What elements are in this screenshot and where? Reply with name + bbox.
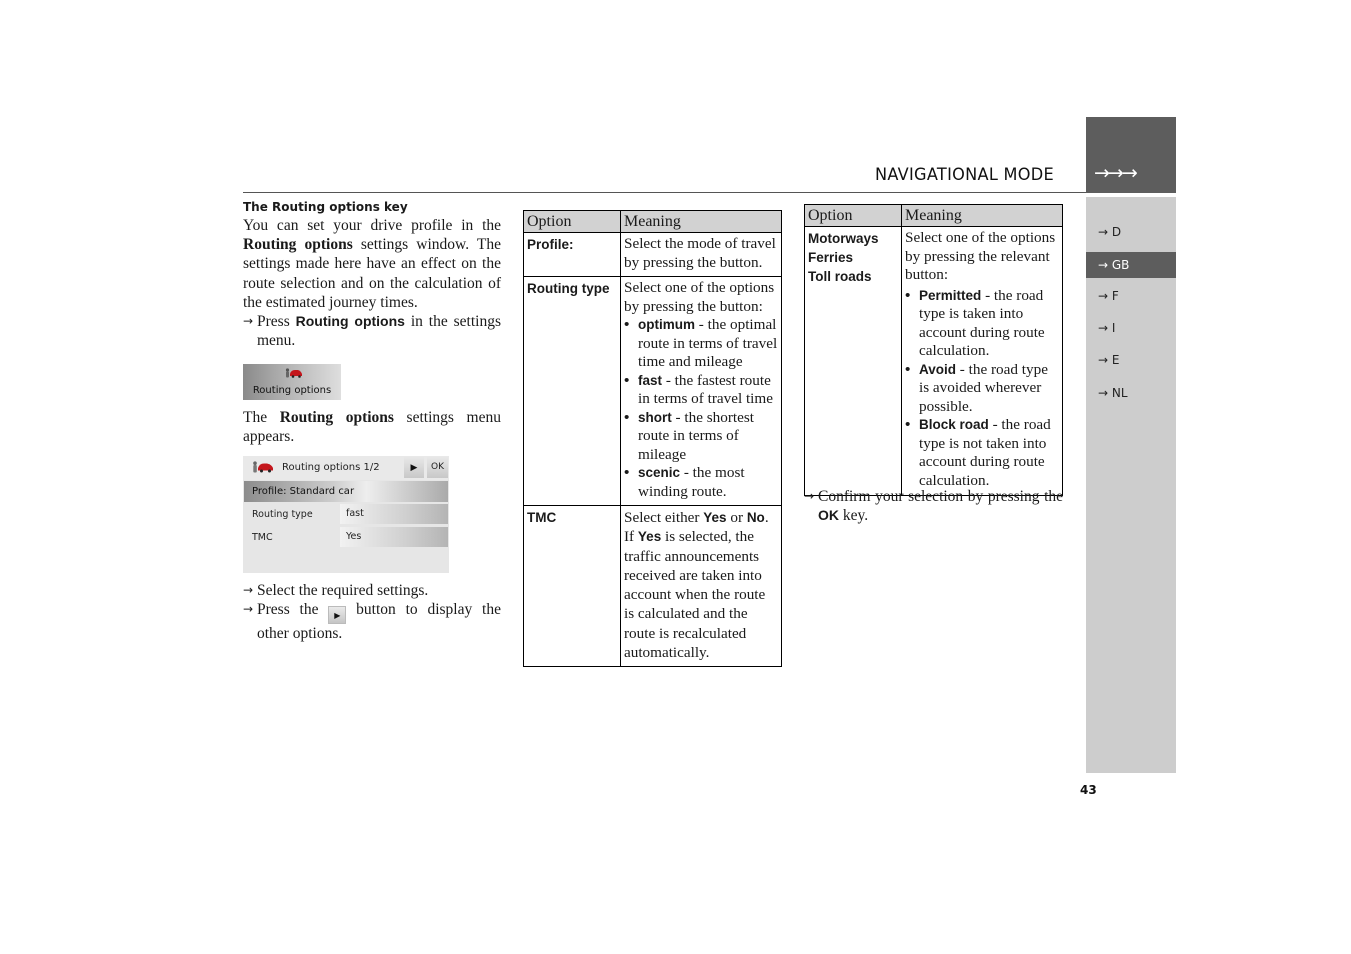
table-header-row: Option Meaning: [523, 210, 782, 233]
routing-options-key-label: Routing options: [252, 385, 332, 396]
header-option: Option: [804, 204, 902, 227]
chapter-title: NAVIGATIONAL MODE: [875, 165, 1054, 185]
language-tab-d[interactable]: → D: [1086, 219, 1176, 245]
option-tmc: TMC: [523, 504, 621, 668]
routing-options-key-image: Routing options: [243, 364, 341, 400]
options-table-1: Option Meaning Profile: Select the mode …: [523, 210, 782, 668]
car-icon: [285, 368, 302, 378]
screen-title: Routing options 1/2: [282, 462, 380, 473]
option-routing-type: Routing type: [523, 276, 621, 506]
arrow-icon: →: [243, 314, 254, 329]
option-motorways: Motorways: [808, 231, 879, 246]
list-item: short - the shortest route in terms of m…: [624, 409, 778, 465]
arrow-icon: →: [804, 489, 815, 503]
list-item: fast - the fastest route in terms of tra…: [624, 372, 778, 409]
option-profile: Profile:: [523, 232, 621, 277]
confirm-step-wrap: → Confirm your selection by pressing the …: [804, 487, 1063, 525]
step-select-settings: → Select the required settings.: [243, 581, 501, 600]
keyword-yes: Yes: [637, 529, 662, 545]
routing-options-screen: Routing options 1/2 ▶ OK Profile: Standa…: [243, 456, 449, 573]
step-text: Press the: [257, 601, 329, 619]
section-heading: The Routing options key: [243, 200, 408, 214]
step-text: Confirm your selection by pressing the: [818, 488, 1063, 505]
language-tab-i[interactable]: → I: [1086, 315, 1176, 341]
routing-type-label: Routing type: [252, 509, 313, 520]
tmc-text: or: [726, 509, 747, 526]
profile-button[interactable]: Profile: Standard car: [244, 481, 448, 502]
keyword: Permitted: [919, 287, 982, 303]
tmc-label: TMC: [252, 532, 273, 543]
appears-text: The: [243, 409, 280, 426]
routing-options-term: Routing options: [243, 236, 353, 254]
step-press-next: → Press the ▶ button to display the other…: [243, 600, 501, 643]
list-item: Block road - the road type is not taken …: [905, 416, 1059, 490]
tmc-text: is selected, the traffic announcements r…: [624, 528, 766, 662]
routing-options-key-name: Routing options: [295, 313, 405, 330]
option-ferries: Ferries: [808, 250, 854, 265]
table-row: Routing type Select one of the options b…: [523, 276, 782, 506]
header-option: Option: [523, 210, 621, 233]
keyword: short: [638, 409, 672, 425]
play-button-icon: ▶: [328, 606, 347, 625]
arrow-icon: →: [243, 602, 254, 617]
road-types-list: Permitted - the road type is taken into …: [905, 287, 1059, 491]
arrow-icon: →: [243, 583, 254, 597]
road-types-intro: Select one of the options by pressing th…: [905, 229, 1056, 283]
tmc-text: Select either: [624, 509, 704, 526]
next-page-button[interactable]: ▶: [404, 457, 424, 478]
option-road-types: Motorways Ferries Toll roads: [804, 226, 902, 496]
list-item: optimum - the optimal route in terms of …: [624, 316, 778, 372]
keyword: Avoid: [919, 361, 956, 377]
meaning-road-types: Select one of the options by pressing th…: [901, 226, 1063, 496]
step-text: Select the required settings.: [257, 582, 429, 599]
keyword: scenic: [638, 465, 681, 480]
car-icon: [253, 461, 273, 473]
keyword: Block road: [919, 417, 989, 432]
page-number: 43: [1080, 783, 1097, 797]
list-item: scenic - the most winding route.: [624, 464, 778, 501]
language-tab-nl[interactable]: → NL: [1086, 380, 1176, 406]
header-divider: [243, 192, 1086, 193]
menu-appears-paragraph: The Routing options settings menu appear…: [243, 408, 501, 446]
meaning-tmc: Select either Yes or No. If Yes is selec…: [620, 504, 782, 668]
options-table-2: Option Meaning Motorways Ferries Toll ro…: [804, 204, 1063, 496]
intro-paragraph: You can set your drive profile in the Ro…: [243, 216, 501, 312]
intro-text: You can set your drive profile in the: [243, 217, 501, 234]
step-press-routing-options: → Press Routing options in the settings m…: [243, 312, 501, 350]
routing-type-intro: Select one of the options by pressing th…: [624, 279, 775, 315]
meaning-routing-type: Select one of the options by pressing th…: [620, 276, 782, 506]
routing-options-term: Routing options: [279, 409, 394, 426]
step-text: Press: [257, 313, 296, 331]
appears-paragraph-wrap: The Routing options settings menu appear…: [243, 408, 501, 446]
keyword: fast: [638, 372, 663, 388]
table-row: Motorways Ferries Toll roads Select one …: [804, 226, 1063, 496]
header-meaning: Meaning: [901, 204, 1063, 227]
routing-type-list: optimum - the optimal route in terms of …: [624, 316, 778, 501]
list-item: Avoid - the road type is avoided whereve…: [905, 361, 1059, 417]
table-row: TMC Select either Yes or No. If Yes is s…: [523, 504, 782, 668]
forward-arrows-icon: →→→: [1094, 162, 1138, 184]
keyword: optimum: [638, 317, 695, 332]
language-tab-e[interactable]: → E: [1086, 347, 1176, 373]
tmc-value-button[interactable]: Yes: [340, 527, 448, 547]
step-confirm: → Confirm your selection by pressing the …: [804, 487, 1063, 525]
keyword-yes: Yes: [703, 510, 727, 525]
table-header-row: Option Meaning: [804, 204, 1063, 227]
steps-wrap: → Select the required settings. → Press th…: [243, 581, 501, 643]
option-toll-roads: Toll roads: [808, 269, 872, 284]
language-tab-gb[interactable]: → GB: [1086, 252, 1176, 278]
ok-key-name: OK: [818, 507, 839, 524]
header-meaning: Meaning: [620, 210, 782, 233]
keyword-no: No: [746, 510, 765, 525]
language-tab-f[interactable]: → F: [1086, 283, 1176, 309]
table-row: Profile: Select the mode of travel by pr…: [523, 232, 782, 277]
left-column: The Routing options key You can set your…: [243, 200, 501, 350]
list-item: Permitted - the road type is taken into …: [905, 287, 1059, 361]
routing-type-value-button[interactable]: fast: [340, 504, 448, 524]
step-text-cont: key.: [839, 507, 869, 525]
meaning-profile: Select the mode of travel by pressing th…: [620, 232, 782, 277]
ok-button[interactable]: OK: [427, 457, 448, 478]
